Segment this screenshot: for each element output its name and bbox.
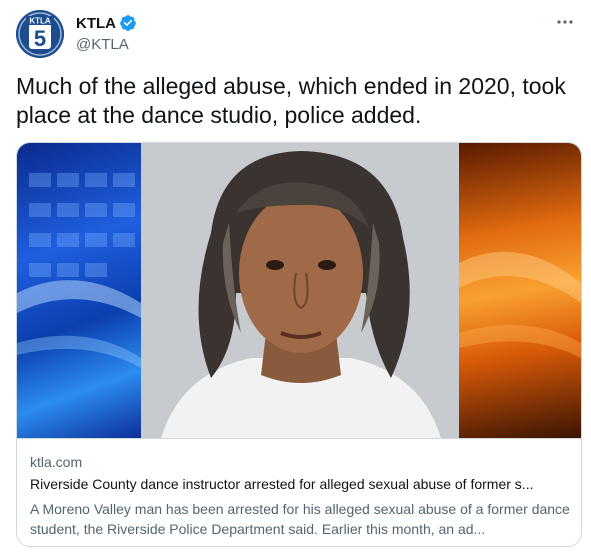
ktla-logo: 5 KTLA <box>16 10 64 58</box>
tweet-text: Much of the alleged abuse, which ended i… <box>16 73 566 128</box>
more-options-button[interactable] <box>553 12 577 32</box>
logo-number: 5 <box>34 26 46 51</box>
verified-badge-icon <box>119 14 137 32</box>
card-image-right-panel <box>459 143 581 438</box>
tweet: 5 KTLA KTLA @KTLA Much of the alleged ab… <box>0 0 591 552</box>
author-handle[interactable]: @KTLA <box>76 36 137 53</box>
name-row: KTLA <box>76 13 137 33</box>
card-description: A Moreno Valley man has been arrested fo… <box>30 501 570 537</box>
card-image[interactable] <box>17 143 581 438</box>
card-domain: ktla.com <box>30 454 83 470</box>
card-image-left-panel <box>17 143 141 438</box>
logo-text: KTLA <box>29 17 51 26</box>
author-info: KTLA @KTLA <box>76 13 137 53</box>
more-horizontal-icon <box>557 20 573 24</box>
card-info[interactable]: ktla.com Riverside County dance instruct… <box>17 438 581 546</box>
link-card[interactable]: ktla.com Riverside County dance instruct… <box>16 142 582 547</box>
avatar[interactable]: 5 KTLA <box>16 10 64 58</box>
author-name[interactable]: KTLA <box>76 15 116 32</box>
card-title: Riverside County dance instructor arrest… <box>30 476 534 492</box>
mugshot-photo <box>141 143 459 438</box>
